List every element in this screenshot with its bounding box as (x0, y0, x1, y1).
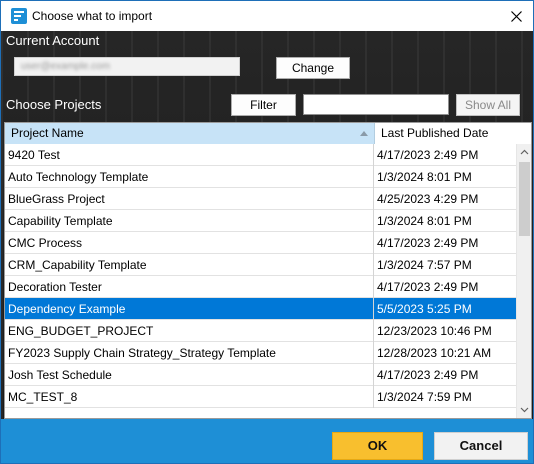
project-name-cell: Auto Technology Template (5, 166, 374, 188)
column-header-project-name[interactable]: Project Name (5, 123, 375, 144)
project-name-cell: CRM_Capability Template (5, 254, 374, 276)
table-row[interactable]: Josh Test Schedule 4/17/2023 2:49 PM (5, 364, 517, 386)
sort-ascending-icon (360, 131, 368, 136)
project-name-cell: FY2023 Supply Chain Strategy_Strategy Te… (5, 342, 374, 364)
cancel-button[interactable]: Cancel (434, 432, 528, 460)
grid-header: Project Name Last Published Date (5, 123, 517, 144)
table-row[interactable]: CRM_Capability Template 1/3/2024 7:57 PM (5, 254, 517, 276)
vertical-scrollbar[interactable] (516, 144, 531, 418)
dialog-body: Current Account user@example.com Change … (1, 31, 533, 419)
last-published-cell: 4/17/2023 2:49 PM (377, 236, 479, 250)
close-button[interactable] (499, 1, 533, 31)
last-published-cell: 1/3/2024 7:59 PM (377, 390, 472, 404)
last-published-cell: 5/5/2023 5:25 PM (377, 302, 472, 316)
table-row[interactable]: Auto Technology Template 1/3/2024 8:01 PM (5, 166, 517, 188)
last-published-cell: 4/25/2023 4:29 PM (377, 192, 479, 206)
filter-input[interactable] (303, 94, 449, 115)
scroll-thumb[interactable] (519, 162, 530, 236)
last-published-cell: 12/28/2023 10:21 AM (377, 346, 492, 360)
table-row[interactable]: Decoration Tester 4/17/2023 2:49 PM (5, 276, 517, 298)
project-name-cell: 9420 Test (5, 144, 374, 166)
last-published-cell: 12/23/2023 10:46 PM (377, 324, 492, 338)
import-dialog: Choose what to import Current Account us… (0, 0, 534, 464)
scroll-up-button[interactable] (517, 144, 531, 161)
project-name-cell: Decoration Tester (5, 276, 374, 298)
project-name-cell: MC_TEST_8 (5, 386, 374, 408)
last-published-cell: 4/17/2023 2:49 PM (377, 280, 479, 294)
table-row[interactable]: BlueGrass Project 4/25/2023 4:29 PM (5, 188, 517, 210)
last-published-cell: 1/3/2024 7:57 PM (377, 258, 472, 272)
choose-projects-label: Choose Projects (6, 97, 102, 112)
table-row[interactable]: Capability Template 1/3/2024 8:01 PM (5, 210, 517, 232)
app-import-icon (11, 8, 27, 24)
project-name-cell: CMC Process (5, 232, 374, 254)
table-row[interactable]: MC_TEST_8 1/3/2024 7:59 PM (5, 386, 517, 408)
title-bar: Choose what to import (1, 1, 533, 31)
close-icon (510, 10, 522, 22)
change-button[interactable]: Change (276, 57, 350, 79)
project-name-cell: Dependency Example (5, 298, 374, 320)
column-header-last-published[interactable]: Last Published Date (375, 123, 517, 144)
project-name-cell: BlueGrass Project (5, 188, 374, 210)
chevron-up-icon (520, 149, 529, 155)
project-name-cell: Josh Test Schedule (5, 364, 374, 386)
dialog-footer: OK Cancel (1, 419, 533, 463)
column-header-label: Project Name (11, 126, 84, 140)
account-value: user@example.com (21, 61, 111, 72)
last-published-cell: 4/17/2023 2:49 PM (377, 368, 479, 382)
table-row[interactable]: Dependency Example 5/5/2023 5:25 PM (5, 298, 517, 320)
table-row[interactable]: FY2023 Supply Chain Strategy_Strategy Te… (5, 342, 517, 364)
account-field: user@example.com (14, 57, 240, 76)
table-row[interactable]: ENG_BUDGET_PROJECT 12/23/2023 10:46 PM (5, 320, 517, 342)
project-name-cell: Capability Template (5, 210, 374, 232)
current-account-label: Current Account (6, 33, 100, 48)
last-published-cell: 1/3/2024 8:01 PM (377, 214, 472, 228)
filter-button[interactable]: Filter (231, 94, 296, 116)
project-name-cell: ENG_BUDGET_PROJECT (5, 320, 374, 342)
chevron-down-icon (520, 407, 529, 413)
table-row[interactable]: CMC Process 4/17/2023 2:49 PM (5, 232, 517, 254)
table-row[interactable]: 9420 Test 4/17/2023 2:49 PM (5, 144, 517, 166)
column-header-label: Last Published Date (381, 126, 489, 140)
projects-grid: Project Name Last Published Date 9420 Te… (4, 122, 532, 419)
last-published-cell: 4/17/2023 2:49 PM (377, 148, 479, 162)
ok-button[interactable]: OK (332, 432, 423, 460)
window-title: Choose what to import (32, 9, 153, 23)
last-published-cell: 1/3/2024 8:01 PM (377, 170, 472, 184)
scroll-down-button[interactable] (517, 401, 531, 418)
show-all-button[interactable]: Show All (456, 94, 520, 116)
